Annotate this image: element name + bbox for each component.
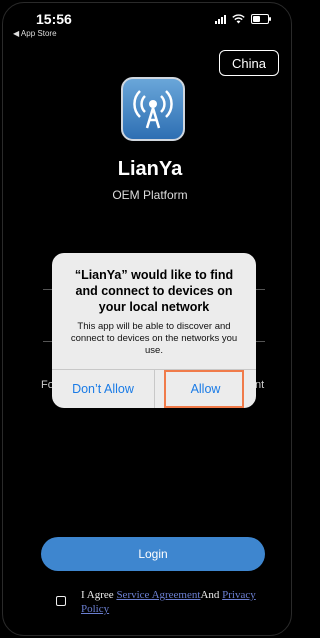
agreement-checkbox[interactable] bbox=[56, 596, 66, 606]
alert-title: “LianYa” would like to find and connect … bbox=[74, 268, 234, 314]
wifi-icon bbox=[232, 14, 245, 24]
phone-screen: 15:56 ◀ App Store China LianYa OEM Platf… bbox=[2, 2, 292, 636]
battery-icon bbox=[251, 14, 271, 24]
agreement-text: I Agree Service AgreementAnd Privacy Pol… bbox=[81, 588, 281, 616]
broadcast-tower-icon bbox=[133, 90, 173, 129]
region-button[interactable]: China bbox=[219, 50, 279, 76]
cellular-signal-icon bbox=[215, 14, 226, 24]
status-time: 15:56 bbox=[36, 11, 72, 27]
back-to-app-store-link[interactable]: ◀ App Store bbox=[13, 29, 57, 38]
register-link-partial[interactable]: nt bbox=[255, 379, 264, 391]
agreement-middle: And bbox=[200, 589, 223, 601]
agreement-prefix: I Agree bbox=[81, 589, 117, 601]
alert-message: This app will be able to discover and co… bbox=[70, 321, 238, 356]
app-name: LianYa bbox=[117, 158, 183, 180]
login-button[interactable]: Login bbox=[41, 537, 265, 571]
app-subtitle: OEM Platform bbox=[112, 188, 188, 202]
service-agreement-link[interactable]: Service Agreement bbox=[116, 589, 200, 601]
status-icons bbox=[215, 14, 271, 24]
allow-button-highlight bbox=[164, 370, 244, 408]
dont-allow-button[interactable]: Don’t Allow bbox=[52, 370, 154, 408]
app-logo bbox=[121, 77, 185, 141]
